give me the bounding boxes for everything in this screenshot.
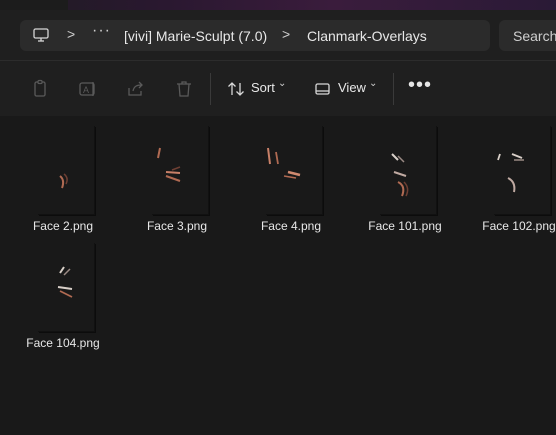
sort-label: Sort: [251, 80, 275, 95]
share-icon[interactable]: [126, 79, 146, 99]
window-title-strip-left: [0, 0, 68, 10]
file-name: Face 104.png: [26, 336, 100, 350]
breadcrumb-item-marie-sculpt[interactable]: [vivi] Marie-Sculpt (7.0): [124, 28, 267, 44]
file-name: Face 3.png: [146, 219, 208, 233]
file-name: Face 102.png: [482, 219, 556, 233]
chevron-down-icon: ⌄: [369, 78, 378, 89]
search-placeholder: Search: [513, 28, 556, 44]
toolbar-divider: [210, 73, 211, 105]
file-thumbnail: [380, 126, 437, 215]
file-thumbnail: [266, 126, 323, 215]
search-input[interactable]: Search: [499, 20, 556, 51]
breadcrumb-chevron-icon[interactable]: >: [282, 26, 290, 42]
file-thumbnail: [152, 126, 209, 215]
file-item[interactable]: Face 102.png: [464, 116, 556, 233]
rename-icon[interactable]: A: [78, 79, 98, 99]
view-label: View: [338, 80, 366, 95]
file-item[interactable]: Face 3.png: [122, 116, 232, 233]
file-name: Face 101.png: [368, 219, 442, 233]
sort-icon: [228, 82, 244, 96]
more-options-button[interactable]: •••: [408, 74, 432, 97]
file-item[interactable]: Face 101.png: [350, 116, 460, 233]
breadcrumb-overflow-button[interactable]: ···: [92, 22, 111, 40]
toolbar-divider: [393, 73, 394, 105]
copy-icon[interactable]: [30, 79, 50, 99]
chevron-down-icon: ⌄: [278, 78, 287, 89]
view-icon: [315, 83, 330, 95]
command-bar: A Sort ⌄ View ⌄ •••: [0, 60, 556, 117]
file-thumbnail: [38, 126, 95, 215]
address-row: > ··· [vivi] Marie-Sculpt (7.0) > Clanma…: [0, 10, 556, 60]
svg-text:A: A: [83, 85, 89, 95]
address-bar[interactable]: > ··· [vivi] Marie-Sculpt (7.0) > Clanma…: [20, 20, 490, 51]
breadcrumb-chevron-icon[interactable]: >: [67, 26, 75, 42]
file-item[interactable]: Face 2.png: [8, 116, 118, 233]
file-item[interactable]: Face 4.png: [236, 116, 346, 233]
file-name: Face 4.png: [260, 219, 322, 233]
file-grid: Face 2.png Face 3.png Face 4.png Face 10…: [0, 116, 556, 435]
file-name: Face 2.png: [32, 219, 94, 233]
file-thumbnail: [494, 126, 551, 215]
delete-icon[interactable]: [174, 79, 194, 99]
breadcrumb-item-clanmark-overlays[interactable]: Clanmark-Overlays: [307, 28, 427, 44]
file-item[interactable]: Face 104.png: [8, 233, 118, 350]
this-pc-icon[interactable]: [33, 28, 49, 42]
file-thumbnail: [38, 243, 95, 332]
window-title-strip: [0, 0, 556, 10]
